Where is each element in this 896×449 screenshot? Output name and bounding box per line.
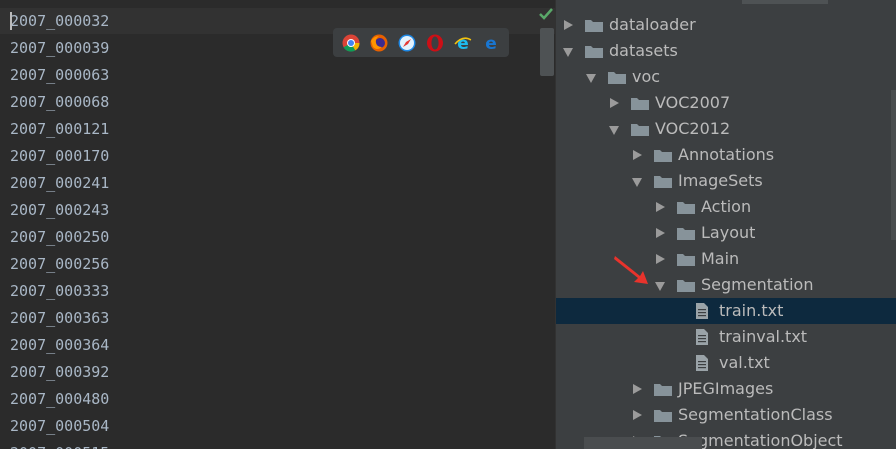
expand-arrow-icon[interactable] bbox=[633, 410, 642, 420]
chrome-icon[interactable] bbox=[342, 34, 360, 52]
expand-arrow-icon[interactable] bbox=[656, 228, 665, 238]
tree-folder-item[interactable]: SegmentationClass bbox=[556, 402, 896, 428]
tree-file-item[interactable]: val.txt bbox=[556, 350, 896, 376]
tree-folder-item[interactable]: Layout bbox=[556, 220, 896, 246]
tree-folder-item[interactable]: voc bbox=[556, 64, 896, 90]
collapse-arrow-icon[interactable] bbox=[586, 74, 596, 83]
folder-icon bbox=[585, 20, 603, 32]
tree-item-label: Main bbox=[701, 249, 740, 268]
tree-folder-item[interactable]: datasets bbox=[556, 38, 896, 64]
tree-item-label: VOC2012 bbox=[655, 119, 731, 138]
browser-preview-popup: e e bbox=[333, 28, 509, 57]
tree-item-label: Annotations bbox=[678, 145, 775, 164]
text-file-icon bbox=[696, 355, 708, 371]
tree-folder-item[interactable]: JPEGImages bbox=[556, 376, 896, 402]
folder-icon bbox=[677, 254, 695, 266]
edge-icon[interactable]: e bbox=[482, 34, 500, 52]
collapse-arrow-icon[interactable] bbox=[632, 178, 642, 187]
internet-explorer-icon[interactable]: e bbox=[454, 34, 472, 52]
editor-line[interactable]: 2007_000250 bbox=[10, 224, 109, 251]
editor-line[interactable]: 2007_000121 bbox=[10, 116, 109, 143]
folder-icon bbox=[654, 150, 672, 162]
tree-file-item[interactable]: train.txt bbox=[556, 298, 896, 324]
expand-arrow-icon[interactable] bbox=[610, 98, 619, 108]
tree-folder-item[interactable]: Annotations bbox=[556, 142, 896, 168]
svg-text:e: e bbox=[485, 34, 497, 52]
opera-icon[interactable] bbox=[426, 34, 444, 52]
firefox-icon[interactable] bbox=[370, 34, 388, 52]
tree-folder-item[interactable]: VOC2007 bbox=[556, 90, 896, 116]
tree-item-label: trainval.txt bbox=[719, 327, 808, 346]
tree-item-label: VOC2007 bbox=[655, 93, 731, 112]
collapse-arrow-icon[interactable] bbox=[563, 48, 573, 57]
collapse-arrow-icon[interactable] bbox=[655, 282, 665, 291]
tree-item-label: SegmentationObject bbox=[678, 431, 843, 449]
tree-item-label: SegmentationClass bbox=[678, 405, 833, 424]
tree-folder-item[interactable]: ImageSets bbox=[556, 168, 896, 194]
tree-item-label: train.txt bbox=[719, 301, 784, 320]
text-caret bbox=[10, 12, 12, 30]
editor-line[interactable]: 2007_000480 bbox=[10, 386, 109, 413]
expand-arrow-icon[interactable] bbox=[633, 150, 642, 160]
red-pointer-arrow-icon bbox=[614, 256, 648, 284]
folder-icon bbox=[608, 72, 626, 84]
text-editor[interactable]: 2007_000032 2007_000039 2007_000063 2007_00… bbox=[0, 0, 555, 449]
folder-icon bbox=[677, 280, 695, 292]
editor-line[interactable]: 2007_000170 bbox=[10, 143, 109, 170]
svg-text:e: e bbox=[457, 34, 469, 52]
folder-icon bbox=[585, 46, 603, 58]
safari-icon[interactable] bbox=[398, 34, 416, 52]
editor-line[interactable]: 2007_000243 bbox=[10, 197, 109, 224]
expand-arrow-icon[interactable] bbox=[656, 202, 665, 212]
editor-line[interactable]: 2007_000063 bbox=[10, 62, 109, 89]
editor-lines: 2007_000032 2007_000039 2007_000063 2007_00… bbox=[10, 8, 109, 449]
tree-folder-item[interactable]: Segmentation bbox=[556, 272, 896, 298]
text-file-icon bbox=[696, 329, 708, 345]
tree-item-label: val.txt bbox=[719, 353, 770, 372]
tree-item-label: ImageSets bbox=[678, 171, 763, 190]
folder-icon bbox=[654, 384, 672, 396]
folder-icon bbox=[631, 98, 649, 110]
editor-line[interactable]: 2007_000039 bbox=[10, 35, 109, 62]
tree-folder-item[interactable]: dataloader bbox=[556, 12, 896, 38]
tree-item-label: Layout bbox=[701, 223, 756, 242]
editor-line[interactable]: 2007_000333 bbox=[10, 278, 109, 305]
folder-icon bbox=[654, 176, 672, 188]
editor-line[interactable]: 2007_000068 bbox=[10, 89, 109, 116]
tree-horizontal-scrollbar-thumb[interactable] bbox=[584, 437, 702, 449]
editor-line[interactable]: 2007_000364 bbox=[10, 332, 109, 359]
folder-icon bbox=[631, 124, 649, 136]
text-file-icon bbox=[696, 303, 708, 319]
editor-line[interactable]: 2007_000392 bbox=[10, 359, 109, 386]
tree-item-label: dataloader bbox=[609, 15, 696, 34]
panel-tab-edge bbox=[742, 0, 828, 4]
expand-arrow-icon[interactable] bbox=[633, 384, 642, 394]
inspection-ok-icon[interactable] bbox=[538, 6, 554, 22]
tree-item-label: datasets bbox=[609, 41, 678, 60]
editor-scrollbar-thumb[interactable] bbox=[540, 28, 554, 76]
folder-icon bbox=[677, 228, 695, 240]
tree-folder-item[interactable]: VOC2012 bbox=[556, 116, 896, 142]
editor-line[interactable]: 2007_000256 bbox=[10, 251, 109, 278]
editor-line[interactable]: 2007_000032 bbox=[10, 8, 109, 35]
editor-line[interactable]: 2007_000241 bbox=[10, 170, 109, 197]
folder-icon bbox=[677, 202, 695, 214]
editor-line[interactable]: 2007_000504 bbox=[10, 413, 109, 440]
expand-arrow-icon[interactable] bbox=[656, 254, 665, 264]
editor-line[interactable]: 2007_000363 bbox=[10, 305, 109, 332]
tree-folder-item[interactable]: Main bbox=[556, 246, 896, 272]
project-tree-panel[interactable]: dataloader datasets voc VOC2007 VOC2012 Annot… bbox=[555, 0, 896, 449]
tree-folder-item[interactable]: Action bbox=[556, 194, 896, 220]
collapse-arrow-icon[interactable] bbox=[609, 126, 619, 135]
tree-scrollbar-thumb[interactable] bbox=[891, 90, 896, 240]
tree-file-item[interactable]: trainval.txt bbox=[556, 324, 896, 350]
tree-item-label: Segmentation bbox=[701, 275, 814, 294]
editor-line[interactable]: 2007_000515 bbox=[10, 440, 109, 449]
folder-icon bbox=[654, 410, 672, 422]
tree-item-label: JPEGImages bbox=[678, 379, 774, 398]
tree-item-label: voc bbox=[632, 67, 661, 86]
tree-item-label: Action bbox=[701, 197, 752, 216]
expand-arrow-icon[interactable] bbox=[564, 20, 573, 30]
